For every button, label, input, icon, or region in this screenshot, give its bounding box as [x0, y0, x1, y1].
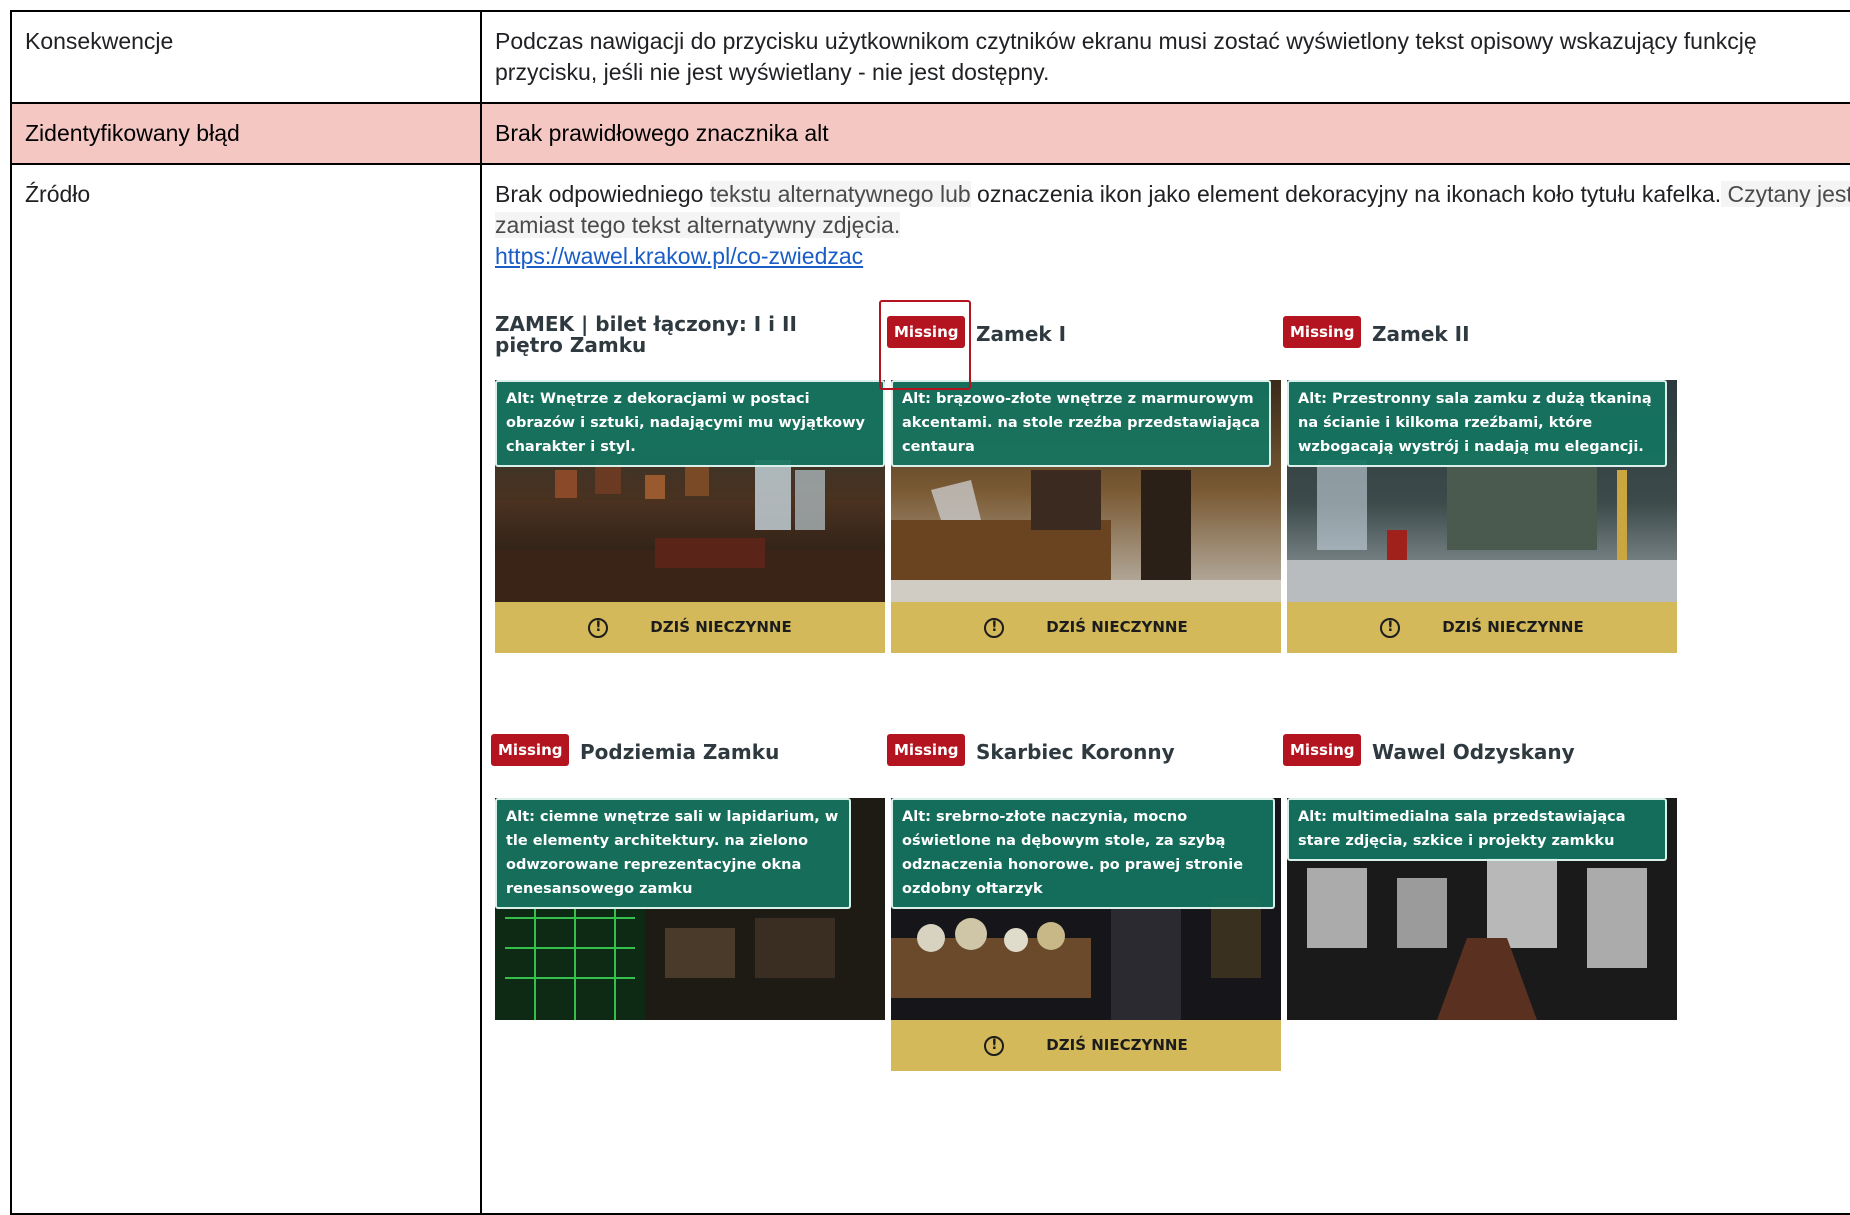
audit-table: Konsekwencje Podczas nawigacji do przyci… — [10, 10, 1850, 1215]
closed-today-bar[interactable]: ! DZIŚ NIECZYNNE — [891, 602, 1281, 653]
tile-title[interactable]: Skarbiec Koronny — [976, 742, 1276, 763]
warning-icon: ! — [588, 617, 609, 638]
alt-text-overlay: Alt: Wnętrze z dekoracjami w postaci obr… — [495, 380, 885, 467]
closed-today-bar[interactable]: ! DZIŚ NIECZYNNE — [495, 602, 885, 653]
source-cell: Brak odpowiedniego tekstu alternatywnego… — [480, 163, 1850, 1215]
source-highlight-1: tekstu alternatywnego lub — [709, 181, 971, 207]
alt-text-overlay: Alt: ciemne wnętrze sali w lapidarium, w… — [495, 798, 851, 909]
tile-title[interactable]: Podziemia Zamku — [580, 742, 880, 763]
row-source: Źródło Brak odpowiedniego tekstu alterna… — [10, 163, 1850, 1215]
label-consequences: Konsekwencje — [10, 10, 482, 104]
closed-label: DZIŚ NIECZYNNE — [650, 618, 792, 636]
source-link[interactable]: https://wawel.krakow.pl/co-zwiedzac — [495, 243, 863, 269]
row-consequences: Konsekwencje Podczas nawigacji do przyci… — [10, 10, 1850, 104]
text-error: Brak prawidłowego znacznika alt — [480, 102, 1850, 165]
alt-text-overlay: Alt: brązowo-złote wnętrze z marmurowym … — [891, 380, 1271, 467]
warning-icon: ! — [984, 617, 1005, 638]
closed-today-bar[interactable]: ! DZIŚ NIECZYNNE — [891, 1020, 1281, 1071]
missing-badge: Missing — [1283, 316, 1362, 348]
row-error: Zidentyfikowany błąd Brak prawidłowego z… — [10, 102, 1850, 165]
tile-title[interactable]: ZAMEK | bilet łączony: I i II piętro Zam… — [495, 314, 855, 356]
missing-badge: Missing — [491, 734, 570, 766]
warning-icon: ! — [984, 1035, 1005, 1056]
source-description: Brak odpowiedniego tekstu alternatywnego… — [495, 179, 1850, 241]
label-error: Zidentyfikowany błąd — [10, 102, 482, 165]
text-consequences: Podczas nawigacji do przycisku użytkowni… — [480, 10, 1850, 104]
source-text-2: oznaczenia ikon jako element dekoracyjny… — [970, 181, 1722, 207]
warning-icon: ! — [1380, 617, 1401, 638]
tile-title[interactable]: Wawel Odzyskany — [1372, 742, 1672, 763]
missing-badge: Missing — [1283, 734, 1362, 766]
closed-label: DZIŚ NIECZYNNE — [1046, 1036, 1188, 1054]
alt-text-overlay: Alt: multimedialna sala przedstawiająca … — [1287, 798, 1667, 861]
tile-title[interactable]: Zamek II — [1372, 324, 1672, 345]
missing-badge: Missing — [887, 734, 966, 766]
source-text-1: Brak odpowiedniego — [495, 181, 710, 207]
alt-text-overlay: Alt: Przestronny sala zamku z dużą tkani… — [1287, 380, 1667, 467]
embedded-screenshot: ZAMEK | bilet łączony: I i II piętro Zam… — [491, 292, 1735, 1072]
alt-text-overlay: Alt: srebrno-złote naczynia, mocno oświe… — [891, 798, 1275, 909]
closed-today-bar[interactable]: ! DZIŚ NIECZYNNE — [1287, 602, 1677, 653]
missing-outline — [879, 300, 971, 390]
label-source: Źródło — [10, 163, 482, 1215]
closed-label: DZIŚ NIECZYNNE — [1442, 618, 1584, 636]
tile-title[interactable]: Zamek I — [976, 324, 1276, 345]
closed-label: DZIŚ NIECZYNNE — [1046, 618, 1188, 636]
